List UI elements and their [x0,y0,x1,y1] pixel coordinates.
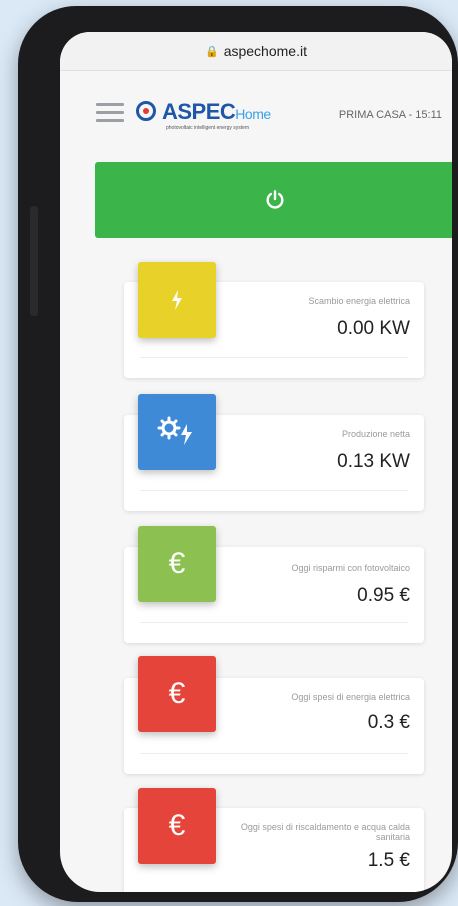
power-icon [266,190,284,209]
card-value: 0.95 € [357,585,410,606]
card-label: Scambio energia elettrica [308,296,410,306]
card-label: Oggi spesi di energia elettrica [291,692,410,702]
card-label: Oggi spesi di riscaldamento e acqua cald… [240,822,410,842]
net-production-tile [138,394,216,470]
lock-icon: 🔒 [205,45,219,58]
phone-screen: 🔒 aspechome.it ASPECHome photovoltaic in… [60,32,452,892]
hamburger-menu-icon[interactable] [96,103,124,122]
card-label: Oggi risparmi con fotovoltaico [291,563,410,573]
logo-home-text: Home [235,106,271,122]
card-divider [140,490,408,491]
card-divider [140,357,408,358]
euro-icon: € [168,809,186,842]
logo-main-text: ASPEC [162,99,236,124]
url-text: aspechome.it [223,43,307,59]
card-value: 0.13 KW [337,451,410,472]
card-label: Produzione netta [341,429,410,439]
electric-spending-tile: € [138,656,216,732]
energy-exchange-tile [138,262,216,338]
card-value: 0.00 KW [337,318,410,339]
pv-savings-tile: € [138,526,216,602]
heating-spending-tile: € [138,788,216,864]
logo-mark-icon [136,101,156,121]
card-divider [140,753,408,754]
card-divider [140,622,408,623]
card-value: 1.5 € [367,850,410,871]
house-time-label: PRIMA CASA - 15:11 [338,109,442,121]
gear-lightning-icon [157,416,192,445]
euro-icon: € [168,547,186,580]
power-button[interactable] [95,162,452,238]
card-value: 0.3 € [367,712,410,733]
phone-frame: 🔒 aspechome.it ASPECHome photovoltaic in… [18,6,458,902]
lightning-icon [172,290,182,310]
logo-text: ASPECHome [162,99,271,125]
euro-icon: € [168,677,186,710]
app-header: ASPECHome photovoltaic intelligent energ… [60,71,452,151]
address-bar[interactable]: 🔒 aspechome.it [60,32,452,71]
phone-side-button [30,206,38,316]
logo-tagline: photovoltaic intelligent energy system [166,125,250,131]
